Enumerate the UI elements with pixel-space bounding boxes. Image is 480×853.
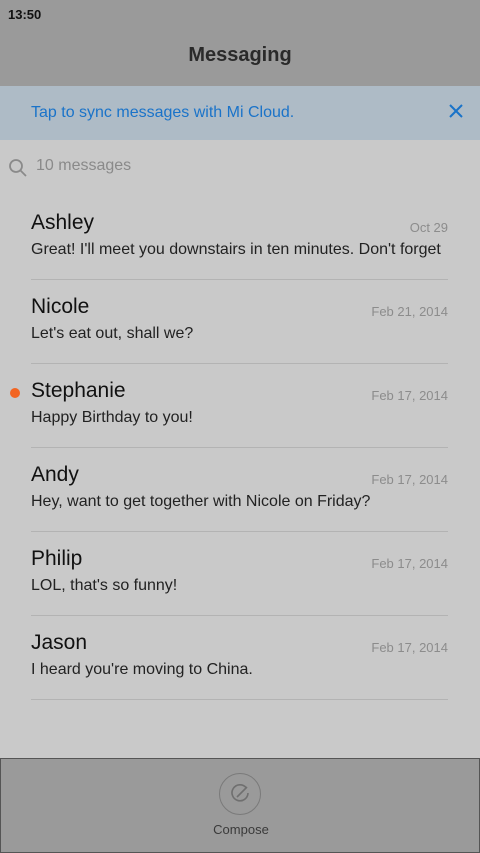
message-date: Feb 17, 2014 <box>371 472 448 487</box>
message-snippet: Great! I'll meet you downstairs in ten m… <box>31 241 441 258</box>
message-snippet: Happy Birthday to you! <box>31 409 193 426</box>
conversation-item[interactable]: Ashley Oct 29 Great! I'll meet you downs… <box>0 196 480 280</box>
conversation-item[interactable]: Jason Feb 17, 2014 I heard you're moving… <box>0 616 480 700</box>
sync-banner[interactable]: Tap to sync messages with Mi Cloud. <box>0 86 480 140</box>
status-time: 13:50 <box>8 7 42 22</box>
search-icon <box>8 158 28 178</box>
title-bar: Messaging <box>0 28 480 86</box>
conversation-item[interactable]: Nicole Feb 21, 2014 Let's eat out, shall… <box>0 280 480 364</box>
search-input[interactable] <box>36 157 436 175</box>
divider <box>31 699 448 700</box>
message-snippet: Let's eat out, shall we? <box>31 325 194 342</box>
compose-icon[interactable] <box>219 773 261 815</box>
message-snippet: LOL, that's so funny! <box>31 577 178 594</box>
compose-label: Compose <box>213 822 269 837</box>
close-icon[interactable] <box>444 99 468 123</box>
message-date: Feb 17, 2014 <box>371 640 448 655</box>
status-bar: 13:50 <box>0 0 480 28</box>
search-bar[interactable] <box>0 140 480 198</box>
contact-name: Andy <box>31 463 79 486</box>
message-date: Oct 29 <box>409 220 448 235</box>
sync-banner-text[interactable]: Tap to sync messages with Mi Cloud. <box>31 104 294 122</box>
page-title: Messaging <box>188 44 292 66</box>
contact-name: Nicole <box>31 295 90 318</box>
message-date: Feb 17, 2014 <box>371 388 448 403</box>
bottom-action-bar: Compose <box>0 758 480 853</box>
conversation-item[interactable]: Philip Feb 17, 2014 LOL, that's so funny… <box>0 532 480 616</box>
conversation-item[interactable]: Stephanie Feb 17, 2014 Happy Birthday to… <box>0 364 480 448</box>
contact-name: Jason <box>31 631 88 654</box>
compose-button[interactable]: Compose <box>201 773 281 843</box>
contact-name: Ashley <box>31 211 95 234</box>
message-date: Feb 21, 2014 <box>371 304 448 319</box>
contact-name: Philip <box>31 547 83 570</box>
contact-name: Stephanie <box>31 379 126 402</box>
message-snippet: I heard you're moving to China. <box>31 661 253 678</box>
unread-indicator <box>10 388 20 398</box>
conversation-list: Ashley Oct 29 Great! I'll meet you downs… <box>0 196 480 700</box>
message-date: Feb 17, 2014 <box>371 556 448 571</box>
message-snippet: Hey, want to get together with Nicole on… <box>31 493 371 510</box>
conversation-item[interactable]: Andy Feb 17, 2014 Hey, want to get toget… <box>0 448 480 532</box>
